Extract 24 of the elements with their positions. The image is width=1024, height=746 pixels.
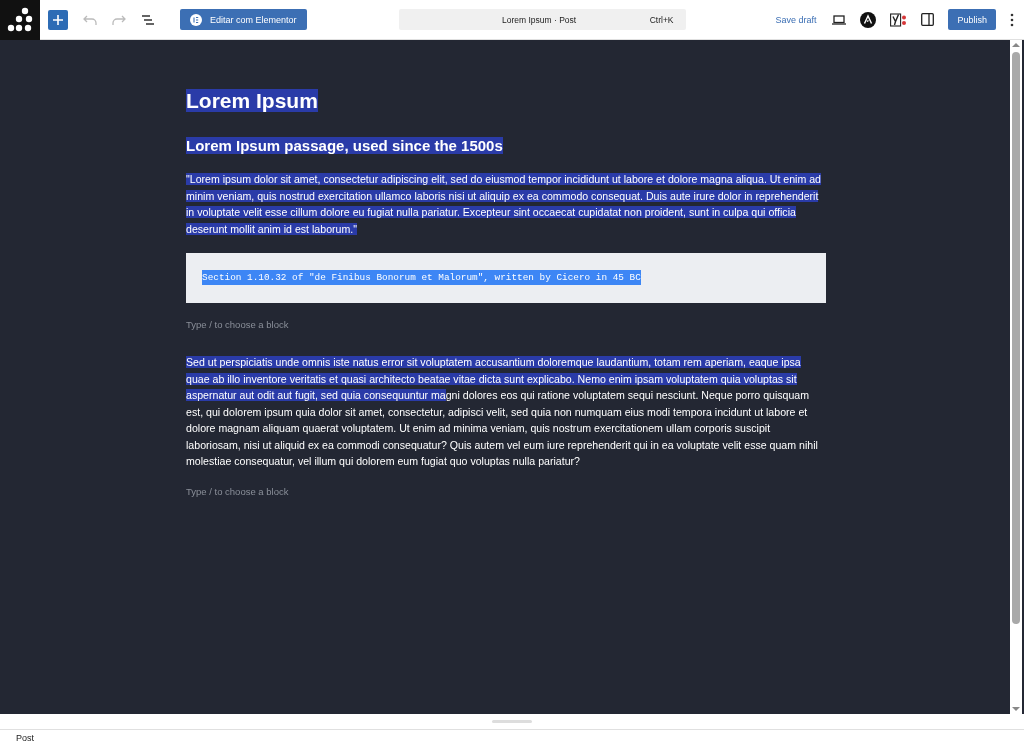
list-view-icon[interactable] <box>141 13 155 26</box>
save-draft-link[interactable]: Save draft <box>775 14 817 25</box>
publish-button[interactable]: Publish <box>948 9 996 30</box>
shortcut-hint: Ctrl+K <box>649 14 674 25</box>
dots-logo-icon <box>7 6 33 33</box>
document-title: Lorem Ipsum · Post <box>501 14 578 25</box>
post-title: Lorem Ipsum <box>186 88 319 114</box>
breadcrumb-item[interactable]: Post <box>16 733 34 743</box>
block-appender[interactable]: Type / to choose a block <box>186 485 826 497</box>
plus-icon <box>52 13 64 26</box>
resize-handle[interactable] <box>492 720 532 723</box>
add-block-button[interactable] <box>48 9 68 30</box>
paragraph: Sed ut perspiciatis unde omnis iste natus error sit voluptatem accusantium doloremque laudantium, totam rem aperiam, eaque ipsa quae ab illo inventore veritatis et quasi architecto beatae vitae dicta sunt explicabo. Nemo enim ipsam voluptatem quia voluptas sit aspernatur aut odit aut fugit, sed quia consequuntur magni dolores eos qui ratione voluptatem sequi nesciunt. Neque porro quisquam est, qui dolorem ipsum quia dolor sit amet, consectetur, adipisci velit, sed quia non numquam eius modi tempora incidunt ut labore et dolore magnam aliquam quaerat voluptatem. Ut enim ad minima veniam, quis nostrum exercitationem ullam corporis suscipit laboriosam, nisi ut aliquid ex ea commodi consequatur? Quis autem vel eum iure reprehenderit qui in ea voluptate velit esse quam nihil molestiae consequatur, vel illum qui dolorem eum fugiat quo voluptas nulla pariatur? <box>186 355 819 469</box>
site-logo[interactable] <box>0 0 40 40</box>
more-options-icon[interactable] <box>1010 12 1014 27</box>
command-bar[interactable]: Lorem Ipsum · Post Ctrl+K <box>398 9 686 30</box>
elementor-button[interactable]: Editar com Elementor <box>180 9 307 30</box>
sidebar-toggle-icon[interactable] <box>921 13 935 26</box>
scrollbar[interactable] <box>1010 40 1022 714</box>
laptop-icon[interactable] <box>832 14 847 25</box>
heading: Lorem Ipsum passage, used since the 1500s <box>186 136 504 156</box>
block-appender[interactable]: Type / to choose a block <box>186 319 826 330</box>
code-text: Section 1.10.32 of "de Finibus Bonorum et Malorum", written by Cicero in 45 BC <box>202 269 642 287</box>
paragraph: "Lorem ipsum dolor sit amet, consectetur adipiscing elit, sed do eiusmod tempor incididunt ut labore et dolore magna aliqua. Ut enim ad minim veniam, quis nostrud exercitation ullamco laboris nisi ut aliquip ex ea commodo consequat. Duis aute irure dolor in reprehenderit in voluptate velit esse cillum dolore eu fugiat nulla pariatur. Excepteur sint occaecat cupidatat non proident, sunt in culpa qui officia deserunt mollit anim id est laborum." <box>186 172 823 237</box>
